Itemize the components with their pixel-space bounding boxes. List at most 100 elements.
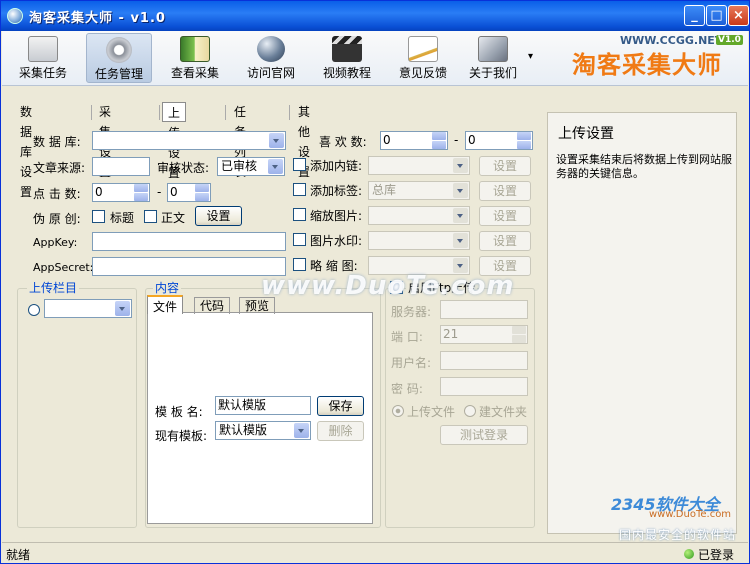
scale-image-checkbox[interactable] (293, 208, 306, 221)
internal-link-checkbox[interactable] (293, 158, 306, 171)
clicks-label: 点 击 数: (33, 187, 81, 201)
pseudo-settings-button[interactable]: 设置 (195, 206, 242, 226)
upload-column-group (17, 288, 137, 528)
tab-database-settings[interactable]: 数据库设置 (15, 102, 37, 199)
existing-template-select[interactable]: 默认模版 (215, 421, 311, 440)
pseudo-title-checkbox[interactable] (92, 210, 105, 223)
clicks-min-input[interactable]: 0 (92, 183, 150, 202)
thumbnail-checkbox[interactable] (293, 258, 306, 271)
toolbar-video-tutorial[interactable]: 视频教程 (314, 33, 380, 83)
brand-url: www.DuoTe.com (649, 509, 732, 520)
chevron-down-icon (268, 159, 283, 174)
likes-dash: - (454, 133, 459, 147)
spinner-icon[interactable] (512, 325, 526, 344)
ftp-port-value: 21 (443, 327, 459, 341)
database-select[interactable] (92, 131, 286, 150)
scale-image-label: 缩放图片: (310, 209, 363, 223)
content-tab-code[interactable]: 代码 (194, 297, 231, 314)
likes-min-input[interactable]: 0 (380, 131, 448, 150)
likes-label: 喜 欢 数: (319, 135, 367, 149)
upload-file-radio[interactable] (392, 405, 404, 417)
minimize-button[interactable]: _ (684, 5, 705, 26)
help-title: 上传设置 (558, 126, 614, 142)
review-status-label: 审核状态: (157, 161, 210, 175)
chevron-down-icon (453, 208, 468, 223)
toolbar-more-arrow-icon[interactable]: ▾ (528, 51, 533, 62)
add-tags-label: 添加标签: (310, 184, 363, 198)
image-watermark-label: 图片水印: (310, 234, 363, 248)
image-watermark-settings-button[interactable]: 设置 (479, 231, 531, 251)
ftp-password-input[interactable] (440, 377, 528, 396)
status-bar: 就绪 已登录 (2, 542, 748, 563)
chevron-down-icon (453, 233, 468, 248)
tab-upload-settings[interactable]: 上传设置 (162, 102, 187, 180)
toolbar-about[interactable]: 关于我们 (460, 33, 526, 83)
appsecret-input[interactable] (92, 257, 286, 276)
delete-button[interactable]: 删除 (317, 421, 364, 441)
clicks-max-input[interactable]: 0 (167, 183, 211, 202)
toolbar-visit-site[interactable]: 访问官网 (238, 33, 304, 83)
gear-icon (106, 37, 132, 63)
online-status-icon (684, 549, 694, 559)
review-status-select[interactable]: 已审核 (217, 157, 285, 176)
title-bar[interactable]: 淘客采集大师 - v1.0 _ □ × (1, 1, 749, 31)
test-login-button[interactable]: 测试登录 (440, 425, 528, 445)
pseudo-body-label: 正文 (161, 211, 186, 225)
source-input[interactable] (92, 157, 150, 176)
ftp-port-input[interactable]: 21 (440, 325, 528, 344)
clicks-dash: - (157, 185, 162, 199)
pseudo-body-checkbox[interactable] (144, 210, 157, 223)
likes-max-input[interactable]: 0 (465, 131, 533, 150)
duote-watermark: www.DuoTe.com (261, 271, 515, 301)
template-name-label: 模 板 名: (155, 405, 203, 419)
toolbar-view-collect[interactable]: 查看采集 (162, 33, 228, 83)
status-ready: 就绪 (6, 548, 31, 562)
appkey-input[interactable] (92, 232, 286, 251)
internal-link-select[interactable] (368, 156, 470, 175)
book-icon (180, 36, 210, 62)
spinner-icon[interactable] (134, 183, 148, 202)
pseudo-original-label: 伪 原 创: (33, 212, 81, 226)
upload-column-radio[interactable] (28, 304, 40, 316)
create-folder-radio[interactable] (464, 405, 476, 417)
chevron-down-icon (294, 423, 309, 438)
upload-file-label: 上传文件 (407, 405, 456, 419)
upload-column-title: 上传栏目 (27, 279, 80, 296)
chevron-down-icon (453, 158, 468, 173)
image-watermark-checkbox[interactable] (293, 233, 306, 246)
image-watermark-select[interactable] (368, 231, 470, 250)
settings-panel: 数据库设置 采集设置 上传设置 任务列表 其他设置 数 据 库: 文章来源: 审… (9, 96, 539, 536)
toolbar-feedback[interactable]: 意见反馈 (390, 33, 456, 83)
template-name-input[interactable]: 默认模版 (215, 396, 311, 415)
toolbar-collect-task[interactable]: 采集任务 (10, 33, 76, 83)
spinner-icon[interactable] (195, 183, 209, 202)
maximize-button[interactable]: □ (706, 5, 727, 26)
add-tags-settings-button[interactable]: 设置 (479, 181, 531, 201)
spinner-icon[interactable] (432, 131, 446, 150)
spinner-icon[interactable] (517, 131, 531, 150)
ftp-username-input[interactable] (440, 351, 528, 370)
pseudo-title-label: 标题 (110, 211, 135, 225)
upload-column-select[interactable] (44, 299, 132, 318)
ftp-password-label: 密 码: (391, 382, 423, 396)
pencil-paper-icon (408, 36, 438, 62)
content-tab-file[interactable]: 文件 (147, 295, 184, 314)
toolbar: 采集任务 任务管理 查看采集 访问官网 视频教程 意见反馈 关于我们 ▾ WWW… (2, 31, 748, 86)
ftp-port-label: 端 口: (391, 330, 423, 344)
add-tags-select[interactable]: 总库 (368, 181, 470, 200)
ftp-server-input[interactable] (440, 300, 528, 319)
likes-min-value: 0 (383, 133, 391, 147)
internal-link-settings-button[interactable]: 设置 (479, 156, 531, 176)
save-button[interactable]: 保存 (317, 396, 364, 416)
brand-slogan: 国内最安全的软件站 (619, 528, 737, 542)
main-window: 淘客采集大师 - v1.0 _ □ × 采集任务 任务管理 查看采集 访问官网 … (0, 0, 750, 564)
scale-image-settings-button[interactable]: 设置 (479, 206, 531, 226)
tab-task-list[interactable]: 任务列表 (229, 102, 251, 179)
tab-collect-settings[interactable]: 采集设置 (94, 102, 116, 179)
toolbar-task-manage[interactable]: 任务管理 (86, 33, 152, 83)
tab-other-settings[interactable]: 其他设置 (293, 102, 315, 179)
close-button[interactable]: × (728, 5, 749, 26)
add-tags-checkbox[interactable] (293, 183, 306, 196)
scale-image-select[interactable] (368, 206, 470, 225)
source-label: 文章来源: (33, 161, 86, 175)
